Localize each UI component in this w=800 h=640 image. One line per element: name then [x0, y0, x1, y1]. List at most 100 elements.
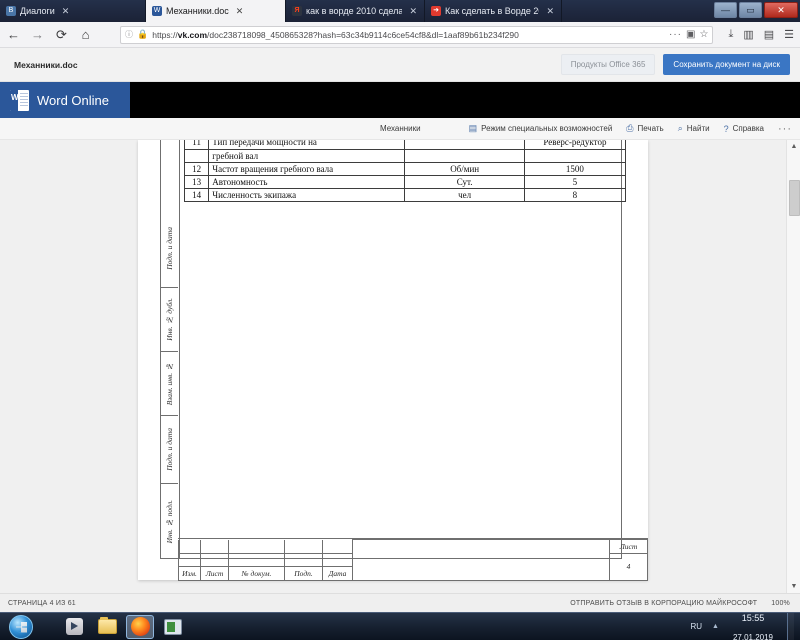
browser-tab-kak-sdelat-ramku[interactable]: ➜ Как сделать в Ворде 2010 рам ✕	[425, 0, 562, 22]
show-hidden-icons-icon[interactable]: ▲	[712, 623, 719, 630]
scrollbar-thumb[interactable]	[789, 180, 800, 216]
close-window-button[interactable]: ✕	[764, 2, 798, 18]
firefox-icon	[130, 617, 150, 636]
reader-mode-icon[interactable]: ▣	[686, 29, 695, 40]
frame-side-labels: Подп. и дата Инв. № дубл. Взам. инв. № П…	[160, 210, 178, 559]
table-row: 12 Частот вращения гребного вала Об/мин …	[183, 161, 627, 176]
language-indicator[interactable]: RU	[690, 622, 702, 631]
word-online-logo[interactable]: Word Online	[0, 82, 130, 118]
cell-no: 11	[183, 140, 210, 150]
taskbar-item-firefox[interactable]	[126, 614, 154, 639]
browser-tab-mehanniki-doc[interactable]: W Механники.doc ✕	[146, 0, 286, 22]
accessibility-mode-button[interactable]: ▤ Режим специальных возможностей	[469, 123, 613, 134]
cell-no: 12	[183, 161, 210, 176]
cell-unit: Сут.	[404, 174, 525, 189]
accessibility-label: Режим специальных возможностей	[481, 124, 613, 133]
reload-icon[interactable]: ⟳	[54, 27, 69, 43]
maximize-button[interactable]: ▭	[739, 2, 762, 18]
tab-title: Диалоги	[20, 6, 55, 16]
downloads-icon[interactable]: ⤓	[728, 28, 733, 41]
zoom-level[interactable]: 100%	[771, 600, 790, 607]
stamp-header-dokum: № докум.	[228, 566, 285, 581]
side-label-text: Подп. и дата	[164, 428, 174, 471]
stamp-cell	[284, 552, 323, 568]
stamp-header-izm: Изм.	[178, 566, 201, 581]
link-icon: ➜	[431, 6, 441, 16]
sidebar-icon[interactable]: ▤	[764, 28, 774, 41]
close-icon[interactable]: ✕	[59, 6, 73, 17]
taskbar-item-media-player[interactable]	[60, 615, 88, 639]
word-online-header: Word Online	[0, 82, 800, 118]
tab-title: как в ворде 2010 сделать табл	[306, 6, 403, 16]
more-commands-icon[interactable]: ···	[778, 123, 792, 135]
home-icon[interactable]: ⌂	[78, 27, 93, 42]
cell-no	[183, 149, 210, 163]
scroll-down-icon[interactable]: ▼	[787, 580, 800, 593]
close-icon[interactable]: ✕	[543, 6, 557, 17]
document-canvas[interactable]: 11 Тип передачи мощности на Реверс-редук…	[0, 140, 800, 593]
side-label-cell: Инв. № подл.	[160, 484, 178, 559]
stamp-cell	[200, 552, 229, 568]
stamp-header-podp: Подп.	[284, 566, 323, 581]
accessibility-icon: ▤	[468, 123, 478, 133]
close-icon[interactable]: ✕	[233, 6, 247, 17]
address-bar[interactable]: ⓘ 🔒 https://vk.com/doc238718098_45086532…	[120, 25, 714, 44]
browser-tab-dialogi[interactable]: В Диалоги ✕	[0, 0, 146, 22]
page-actions-icon[interactable]: ···	[669, 29, 682, 40]
library-icon[interactable]: ▥	[743, 28, 753, 41]
side-label-cell: Инв. № дубл.	[160, 288, 178, 352]
cell-no: 13	[183, 174, 210, 189]
find-button[interactable]: ⌕ Найти	[678, 123, 710, 134]
browser-window: В Диалоги ✕ W Механники.doc ✕ Я как в во…	[0, 0, 800, 640]
side-label-cell: Подп. и дата	[160, 210, 178, 288]
office365-products-button[interactable]: Продукты Office 365	[560, 54, 656, 75]
taskbar-item-application[interactable]	[159, 615, 187, 639]
site-info-icon[interactable]: ⓘ	[125, 29, 133, 40]
specification-table: 11 Тип передачи мощности на Реверс-редук…	[183, 140, 627, 202]
taskbar-items	[60, 614, 187, 639]
start-button[interactable]	[2, 614, 40, 640]
cell-name: Частот вращения гребного вала	[208, 161, 406, 176]
yandex-icon: Я	[292, 6, 302, 16]
stamp-table: Лист 4 Изм. Лист № докум. Подп. Дата	[178, 539, 648, 582]
cell-unit	[404, 149, 525, 163]
url-domain: vk.com	[177, 29, 208, 40]
navigation-bar: ← → ⟳ ⌂ ⓘ 🔒 https://vk.com/doc238718098_…	[0, 22, 800, 48]
cell-name: Численность экипажа	[208, 187, 406, 202]
show-desktop-button[interactable]	[787, 612, 794, 640]
table-row: гребной вал	[183, 149, 627, 163]
menu-icon[interactable]: ☰	[784, 28, 794, 41]
feedback-link[interactable]: ОТПРАВИТЬ ОТЗЫВ В КОРПОРАЦИЮ МАЙКРОСОФТ	[570, 600, 757, 607]
scroll-up-icon[interactable]: ▲	[787, 140, 800, 153]
bookmark-icon[interactable]: ☆	[699, 29, 708, 40]
close-icon[interactable]: ✕	[406, 6, 420, 17]
tab-strip: В Диалоги ✕ W Механники.doc ✕ Я как в во…	[0, 0, 800, 22]
back-icon[interactable]: ←	[6, 27, 21, 42]
table-row: 13 Автономность Сут. 5	[183, 174, 627, 189]
cell-value: Реверс-редуктор	[523, 140, 627, 150]
media-player-icon	[65, 618, 83, 635]
print-button[interactable]: ⎙ Печать	[626, 123, 663, 134]
cell-value	[523, 149, 627, 163]
stamp-sheet-label: Лист	[609, 539, 648, 554]
folder-icon	[97, 617, 117, 634]
stamp-cell	[178, 552, 201, 568]
clock[interactable]: 15:55 27.01.2019	[729, 608, 777, 640]
browser-tab-kak-v-vorde[interactable]: Я как в ворде 2010 сделать табл ✕	[286, 0, 425, 22]
vertical-scrollbar[interactable]: ▲ ▼	[786, 140, 800, 593]
cell-name: Автономность	[208, 174, 406, 189]
cell-unit	[404, 140, 525, 150]
side-label-cell: Взам. инв. №	[160, 352, 178, 416]
forward-icon[interactable]: →	[30, 27, 45, 42]
save-document-button[interactable]: Сохранить документ на диск	[663, 54, 790, 75]
system-tray: RU ▲ 15:55 27.01.2019	[690, 608, 800, 640]
side-label-text: Инв. № подл.	[164, 499, 174, 544]
cell-unit: Об/мин	[404, 161, 525, 176]
taskbar-item-file-explorer[interactable]	[93, 615, 121, 639]
stamp-designation-cell	[352, 539, 610, 581]
clock-time: 15:55	[741, 613, 765, 624]
table-row: 11 Тип передачи мощности на Реверс-редук…	[183, 140, 627, 150]
help-button[interactable]: ? Справка	[724, 124, 764, 134]
application-icon	[164, 618, 182, 635]
minimize-button[interactable]: —	[714, 2, 737, 18]
